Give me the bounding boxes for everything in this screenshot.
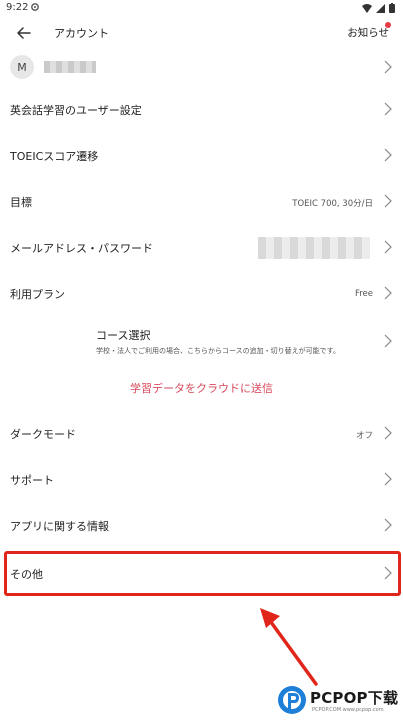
menu-item-dark-mode[interactable]: ダークモード オフ bbox=[0, 414, 403, 454]
back-arrow-icon bbox=[17, 27, 31, 39]
menu-item-label: 目標 bbox=[10, 196, 32, 209]
chevron-right-icon bbox=[384, 334, 392, 348]
menu-item-label: 利用プラン bbox=[10, 288, 65, 301]
goal-value: TOEIC 700, 30分/日 bbox=[292, 199, 373, 209]
cloud-sync-link[interactable]: 学習データをクラウドに送信 bbox=[0, 380, 403, 396]
menu-item-about-app[interactable]: アプリに関する情報 bbox=[0, 506, 403, 546]
page-title: アカウント bbox=[54, 27, 109, 40]
status-time: 9:22 bbox=[6, 2, 29, 13]
chevron-right-icon bbox=[384, 472, 392, 486]
blurred-email bbox=[258, 237, 370, 259]
chevron-right-icon bbox=[384, 518, 392, 532]
menu-item-toeic-history[interactable]: TOEICスコア遷移 bbox=[0, 136, 403, 176]
menu-item-label: サポート bbox=[10, 474, 54, 487]
pointer-arrow-icon bbox=[260, 608, 318, 686]
blurred-username bbox=[44, 61, 96, 73]
plan-value: Free bbox=[354, 289, 373, 299]
menu-item-label: TOEICスコア遷移 bbox=[10, 150, 99, 163]
settings-gear-icon bbox=[31, 3, 39, 11]
chevron-right-icon bbox=[384, 194, 392, 208]
menu-item-label: メールアドレス・パスワード bbox=[10, 242, 153, 255]
back-button[interactable] bbox=[14, 23, 34, 43]
course-select-title: コース選択 bbox=[96, 329, 151, 342]
menu-item-support[interactable]: サポート bbox=[0, 460, 403, 500]
highlight-box bbox=[4, 551, 401, 596]
watermark-sub: PCPOP.COM www.pcpop.com bbox=[312, 707, 384, 713]
app-bar: アカウント お知らせ bbox=[0, 18, 403, 48]
notice-badge-dot bbox=[385, 22, 391, 28]
status-indicators bbox=[362, 3, 395, 13]
dark-mode-value: オフ bbox=[355, 431, 373, 441]
menu-item-label: アプリに関する情報 bbox=[10, 520, 109, 533]
chevron-right-icon bbox=[384, 148, 392, 162]
menu-item-label: ダークモード bbox=[10, 428, 76, 441]
chevron-right-icon bbox=[384, 240, 392, 254]
pcpop-logo-icon bbox=[278, 686, 306, 714]
menu-item-course-select[interactable] bbox=[0, 320, 403, 364]
chevron-right-icon bbox=[384, 60, 392, 74]
chevron-right-icon bbox=[384, 102, 392, 116]
wifi-icon bbox=[362, 3, 372, 13]
signal-icon bbox=[376, 3, 385, 13]
battery-icon bbox=[389, 3, 395, 13]
course-select-description: 学校・法人でご利用の場合、こちらからコースの追加・切り替えが可能です。 bbox=[96, 347, 340, 355]
menu-item-learning-settings[interactable]: 英会話学習のユーザー設定 bbox=[0, 90, 403, 130]
status-bar: 9:22 bbox=[0, 0, 403, 18]
menu-item-goal[interactable]: 目標 TOEIC 700, 30分/日 bbox=[0, 182, 403, 222]
pcpop-watermark: PCPOP下载 PCPOP.COM www.pcpop.com bbox=[276, 682, 401, 718]
avatar-initial: M bbox=[17, 60, 27, 74]
menu-item-label: 英会話学習のユーザー設定 bbox=[10, 104, 142, 117]
watermark-brand: PCPOP下载 bbox=[310, 689, 399, 707]
avatar: M bbox=[10, 55, 34, 79]
chevron-right-icon bbox=[384, 426, 392, 440]
menu-item-plan[interactable]: 利用プラン Free bbox=[0, 274, 403, 314]
chevron-right-icon bbox=[384, 286, 392, 300]
notice-button[interactable]: お知らせ bbox=[347, 25, 389, 40]
